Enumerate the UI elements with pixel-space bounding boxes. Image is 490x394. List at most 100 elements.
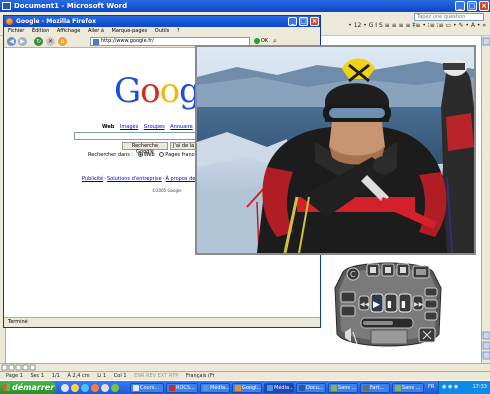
link-groupes[interactable]: Groupes (144, 124, 165, 130)
start-button[interactable]: démarrer (0, 381, 56, 394)
player-info-panel (370, 329, 408, 345)
word-view-bar[interactable] (0, 363, 490, 371)
word-title: Document1 - Microsoft Word (14, 2, 128, 10)
word-maximize-button[interactable]: □ (467, 1, 477, 11)
page-icon (93, 39, 99, 45)
taskbar-item[interactable]: Média... (200, 383, 230, 393)
svg-text:▶: ▶ (373, 300, 380, 310)
task-icon (133, 385, 139, 391)
quick-launch-icon[interactable] (101, 384, 109, 392)
svg-text:▶▶: ▶▶ (414, 301, 424, 308)
google-footer-links: Publicité-Solutions d'entreprise-À propo… (82, 176, 210, 182)
status-page: Page 1 (6, 373, 23, 379)
menu-edition[interactable]: Édition (32, 28, 49, 34)
stop-button[interactable]: ▮ (398, 293, 412, 313)
forward-icon[interactable]: ▶ (18, 37, 27, 46)
menu-fichier[interactable]: Fichier (8, 28, 24, 34)
quick-launch-icon[interactable] (91, 384, 99, 392)
home-icon[interactable]: ⌂ (58, 37, 67, 46)
word-close-button[interactable]: × (479, 1, 489, 11)
pause-button[interactable]: ▮ (384, 293, 398, 313)
taskbar-item[interactable]: Cours... (130, 383, 164, 393)
stop-icon[interactable]: ✕ (46, 37, 55, 46)
media-player: C ◀◀ ▶ ▮ ▮ ▶▶ (333, 258, 443, 354)
menu-marque-pages[interactable]: Marque-pages (112, 28, 148, 34)
word-formatting-toolbar[interactable]: • 12 • G I S ≡ ≡ ≡ ≡ ‡≡ • ⁝≡ ⁝≡ ▭ • ✎ • … (348, 22, 486, 32)
word-vertical-scrollbar[interactable] (481, 36, 490, 363)
forward-button[interactable]: ▶▶ (412, 295, 424, 311)
quick-launch-icon[interactable] (111, 384, 119, 392)
firefox-maximize-button[interactable]: □ (299, 17, 308, 26)
menu-aller[interactable]: Aller à (88, 28, 104, 34)
task-icon (299, 385, 305, 391)
close-player-icon[interactable] (418, 327, 436, 343)
taskbar-item[interactable]: Sans ... (392, 383, 424, 393)
quick-launch-icon[interactable] (71, 384, 79, 392)
task-icon (203, 385, 209, 391)
language-indicator[interactable]: FR (428, 381, 434, 394)
task-icon (169, 385, 175, 391)
google-search-input[interactable] (74, 132, 204, 140)
menu-affichage[interactable]: Affichage (57, 28, 81, 34)
taskbar-item[interactable]: ROCS... (166, 383, 198, 393)
taskbar-item-active[interactable]: Média... (264, 383, 294, 393)
status-line: Li 1 (97, 373, 107, 379)
google-logo: Goog (114, 71, 201, 111)
rewind-button[interactable]: ◀◀ (358, 295, 370, 311)
menu-help[interactable]: ? (177, 28, 180, 34)
reload-icon[interactable]: ↻ (34, 37, 43, 46)
go-label: OK (261, 38, 269, 44)
taskbar-item[interactable]: Docu... (296, 383, 326, 393)
mode-button[interactable]: C (346, 267, 360, 281)
link-images[interactable]: Images (120, 124, 138, 130)
url-text: http://www.google.fr/ (101, 38, 154, 44)
equalizer-button[interactable] (412, 265, 430, 279)
task-icon (267, 385, 273, 391)
link-web[interactable]: Web (102, 124, 114, 130)
system-tray: ◉ ◉ ◉ 17:33 (438, 381, 490, 394)
svg-text:C: C (350, 270, 356, 279)
word-titlebar[interactable]: Document1 - Microsoft Word _ □ × (0, 0, 490, 12)
link-annuaire[interactable]: Annuaire (170, 124, 192, 130)
search-scope: Rechercher dans : Web Pages francophon (88, 152, 210, 158)
skier-video-frame: ○ (197, 47, 474, 253)
taskbar-item[interactable]: Sans ... (328, 383, 358, 393)
library-button[interactable] (381, 263, 395, 277)
menu-outils[interactable]: Outils (155, 28, 169, 34)
seek-slider[interactable] (360, 317, 414, 329)
status-modes: ENR REV EXT RFP (134, 373, 179, 379)
firefox-statusbar: Terminé (4, 317, 320, 327)
taskbar-item[interactable]: Googl... (232, 383, 262, 393)
tray-icons[interactable]: ◉ ◉ ◉ (439, 381, 458, 394)
firefox-close-button[interactable]: × (310, 17, 319, 26)
taskbar-item[interactable]: Fart... (360, 383, 390, 393)
side-button-right[interactable] (424, 287, 438, 321)
play-button[interactable]: ▶ (370, 293, 384, 313)
firefox-minimize-button[interactable]: _ (288, 17, 297, 26)
task-icon (395, 385, 401, 391)
clock[interactable]: 17:33 (473, 384, 487, 390)
logo-letter: o (140, 71, 161, 111)
link-publicite[interactable]: Publicité (82, 176, 103, 182)
google-search-button[interactable]: Recherche Google (122, 142, 168, 155)
radio-francophone[interactable] (159, 152, 165, 157)
radio-web[interactable] (137, 152, 143, 157)
start-label: démarrer (12, 383, 55, 392)
playlist-button[interactable] (366, 263, 380, 277)
status-section: Sec 1 (30, 373, 45, 379)
visualization-button[interactable] (396, 263, 410, 277)
quick-launch-icon[interactable] (81, 384, 89, 392)
word-help-box[interactable]: Tapez une question (414, 13, 484, 21)
video-window[interactable]: ○ (195, 45, 476, 255)
separator: - (162, 176, 165, 182)
link-solutions[interactable]: Solutions d'entreprise (107, 176, 162, 182)
firefox-menubar: Fichier Édition Affichage Aller à Marque… (4, 27, 320, 35)
windows-flag-icon (3, 384, 10, 391)
status-language: Français (Fr (185, 373, 215, 379)
quick-launch-icon[interactable] (61, 384, 69, 392)
firefox-titlebar[interactable]: Google - Mozilla Firefox _ □ × (4, 16, 320, 27)
separator: - (104, 176, 107, 182)
firefox-icon (6, 18, 13, 25)
back-icon[interactable]: ◀ (7, 37, 16, 46)
word-minimize-button[interactable]: _ (455, 1, 465, 11)
